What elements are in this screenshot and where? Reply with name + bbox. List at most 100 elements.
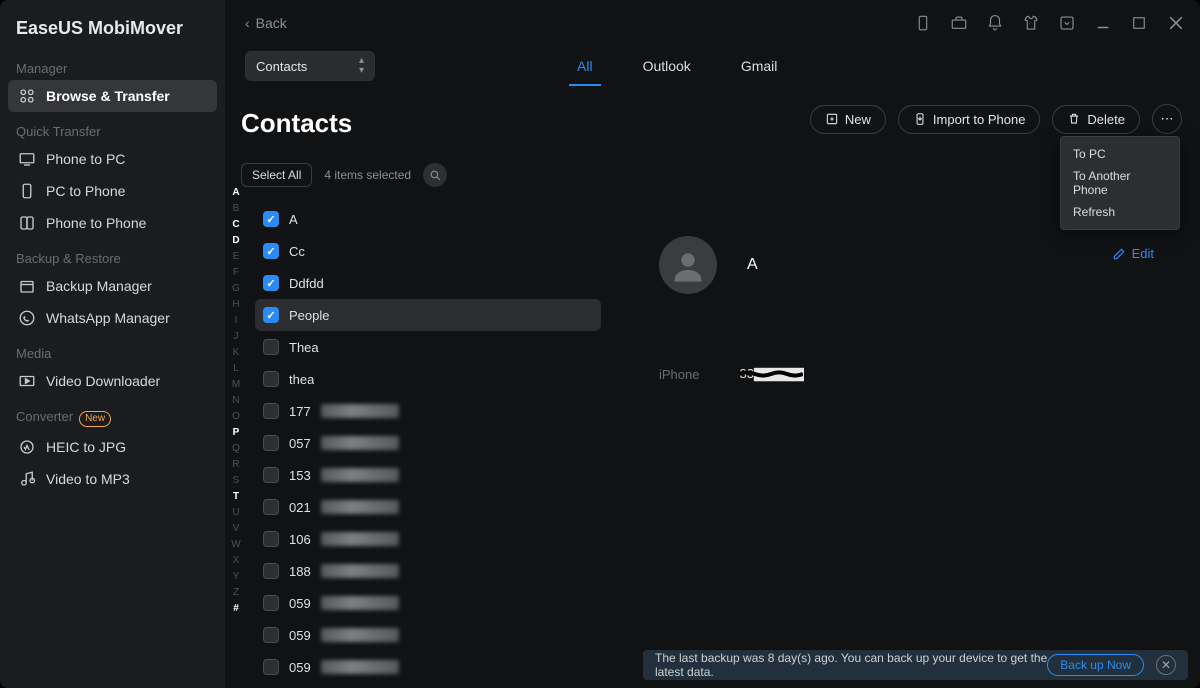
alpha-index-#[interactable]: # bbox=[233, 600, 239, 616]
sidebar-item-heic-to-jpg[interactable]: HEIC to JPG bbox=[8, 431, 217, 463]
toolbox-icon[interactable] bbox=[950, 14, 968, 32]
contact-row[interactable]: Cc bbox=[255, 235, 601, 267]
contact-name: A bbox=[747, 256, 758, 274]
select-all-button[interactable]: Select All bbox=[241, 163, 312, 187]
contact-row[interactable]: People bbox=[255, 299, 601, 331]
alpha-index-H[interactable]: H bbox=[232, 296, 239, 312]
backup-banner: The last backup was 8 day(s) ago. You ca… bbox=[643, 650, 1188, 680]
checkbox[interactable] bbox=[263, 275, 279, 291]
contact-name-label: Cc bbox=[289, 244, 305, 259]
sort-icon: ▴▾ bbox=[359, 56, 364, 76]
contact-row[interactable]: 059 bbox=[255, 651, 601, 683]
category-dropdown[interactable]: Contacts ▴▾ bbox=[245, 51, 375, 81]
alpha-index-W[interactable]: W bbox=[231, 536, 240, 552]
contact-row[interactable]: 059 bbox=[255, 619, 601, 651]
edit-button[interactable]: Edit bbox=[1112, 246, 1154, 261]
contact-row[interactable]: 057 bbox=[255, 427, 601, 459]
checkbox[interactable] bbox=[263, 563, 279, 579]
contact-row[interactable]: Ddfdd bbox=[255, 267, 601, 299]
alpha-index-A[interactable]: A bbox=[232, 184, 239, 200]
alpha-index-L[interactable]: L bbox=[233, 360, 239, 376]
contact-row[interactable]: 188 bbox=[255, 555, 601, 587]
banner-close-button[interactable]: ✕ bbox=[1156, 655, 1176, 675]
checkbox[interactable] bbox=[263, 627, 279, 643]
alpha-index-D[interactable]: D bbox=[232, 232, 239, 248]
alpha-index-K[interactable]: K bbox=[233, 344, 240, 360]
tab-all[interactable]: All bbox=[575, 50, 595, 82]
alpha-index-G[interactable]: G bbox=[232, 280, 240, 296]
contact-row[interactable]: 153 bbox=[255, 459, 601, 491]
contact-row[interactable]: 021 bbox=[255, 491, 601, 523]
alpha-index-R[interactable]: R bbox=[232, 456, 239, 472]
monitor-icon bbox=[18, 150, 36, 168]
sidebar-item-whatsapp-manager[interactable]: WhatsApp Manager bbox=[8, 302, 217, 334]
checkbox[interactable] bbox=[263, 531, 279, 547]
contact-name-label: 106 bbox=[289, 532, 311, 547]
sidebar-item-label: Phone to PC bbox=[46, 151, 125, 167]
alpha-index-V[interactable]: V bbox=[233, 520, 240, 536]
sidebar-item-video-downloader[interactable]: Video Downloader bbox=[8, 365, 217, 397]
checkbox[interactable] bbox=[263, 371, 279, 387]
alpha-index-P[interactable]: P bbox=[233, 424, 240, 440]
checkbox[interactable] bbox=[263, 499, 279, 515]
bell-icon[interactable] bbox=[986, 14, 1004, 32]
sidebar-item-label: Backup Manager bbox=[46, 278, 152, 294]
selection-status: 4 items selected bbox=[324, 168, 411, 182]
contact-name-label: thea bbox=[289, 372, 314, 387]
alpha-index-E[interactable]: E bbox=[233, 248, 240, 264]
checkbox[interactable] bbox=[263, 307, 279, 323]
alpha-index-N[interactable]: N bbox=[232, 392, 239, 408]
dropdown-icon[interactable] bbox=[1058, 14, 1076, 32]
alpha-index-Z[interactable]: Z bbox=[233, 584, 239, 600]
checkbox[interactable] bbox=[263, 467, 279, 483]
checkbox[interactable] bbox=[263, 435, 279, 451]
alpha-index-C[interactable]: C bbox=[232, 216, 239, 232]
sidebar-item-phone-to-pc[interactable]: Phone to PC bbox=[8, 143, 217, 175]
alpha-index-J[interactable]: J bbox=[234, 328, 239, 344]
sidebar-item-phone-to-phone[interactable]: Phone to Phone bbox=[8, 207, 217, 239]
contact-row[interactable]: thea bbox=[255, 363, 601, 395]
search-button[interactable] bbox=[423, 163, 447, 187]
contact-name-label: 057 bbox=[289, 436, 311, 451]
tab-outlook[interactable]: Outlook bbox=[641, 50, 693, 82]
alpha-index-M[interactable]: M bbox=[232, 376, 240, 392]
contact-row[interactable]: Thea bbox=[255, 331, 601, 363]
alpha-index-F[interactable]: F bbox=[233, 264, 239, 280]
alpha-index-S[interactable]: S bbox=[233, 472, 240, 488]
alpha-index-B[interactable]: B bbox=[233, 200, 240, 216]
sidebar-section-title: ConverterNew bbox=[8, 397, 217, 431]
alpha-index-O[interactable]: O bbox=[232, 408, 240, 424]
sidebar-item-backup-manager[interactable]: Backup Manager bbox=[8, 270, 217, 302]
alpha-index-U[interactable]: U bbox=[232, 504, 239, 520]
maximize-icon[interactable] bbox=[1130, 14, 1148, 32]
checkbox[interactable] bbox=[263, 403, 279, 419]
checkbox[interactable] bbox=[263, 659, 279, 675]
contact-row[interactable]: 106 bbox=[255, 523, 601, 555]
close-icon[interactable] bbox=[1166, 13, 1186, 33]
alpha-index-Y[interactable]: Y bbox=[233, 568, 240, 584]
sidebar-item-pc-to-phone[interactable]: PC to Phone bbox=[8, 175, 217, 207]
checkbox[interactable] bbox=[263, 595, 279, 611]
checkbox[interactable] bbox=[263, 339, 279, 355]
alpha-index-I[interactable]: I bbox=[235, 312, 238, 328]
checkbox[interactable] bbox=[263, 243, 279, 259]
contact-row[interactable]: 177 bbox=[255, 395, 601, 427]
minimize-icon[interactable] bbox=[1094, 14, 1112, 32]
alpha-index-T[interactable]: T bbox=[233, 488, 239, 504]
shirt-icon[interactable] bbox=[1022, 14, 1040, 32]
backup-now-button[interactable]: Back up Now bbox=[1047, 654, 1144, 676]
contact-row[interactable]: 059 bbox=[255, 587, 601, 619]
back-button[interactable]: ‹ Back bbox=[245, 15, 287, 31]
sidebar-item-label: PC to Phone bbox=[46, 183, 125, 199]
phone-icon[interactable] bbox=[914, 14, 932, 32]
checkbox[interactable] bbox=[263, 211, 279, 227]
sidebar-item-browse-transfer[interactable]: Browse & Transfer bbox=[8, 80, 217, 112]
sidebar-item-label: HEIC to JPG bbox=[46, 439, 126, 455]
sidebar-item-video-to-mp3[interactable]: Video to MP3 bbox=[8, 463, 217, 495]
contact-row[interactable]: A bbox=[255, 203, 601, 235]
alpha-index-X[interactable]: X bbox=[233, 552, 240, 568]
contact-name-label: Thea bbox=[289, 340, 319, 355]
tab-gmail[interactable]: Gmail bbox=[739, 50, 780, 82]
alpha-index-Q[interactable]: Q bbox=[232, 440, 240, 456]
backup-icon bbox=[18, 277, 36, 295]
